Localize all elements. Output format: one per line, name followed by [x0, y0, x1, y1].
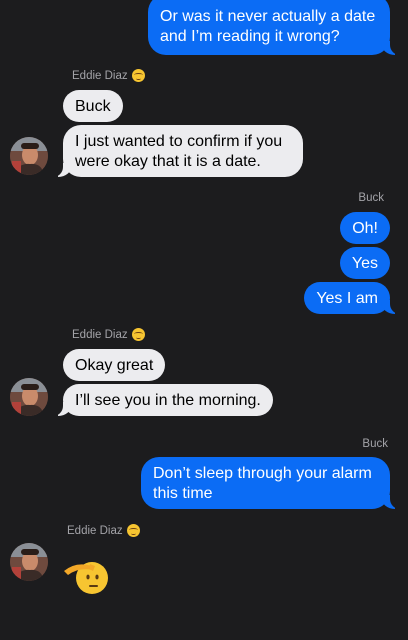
- message-bubble-sent[interactable]: Or was it never actually a date and I’m …: [148, 0, 401, 55]
- contact-photo-icon: [10, 543, 48, 581]
- contact-photo-icon: [10, 137, 48, 175]
- message-thread: Or was it never actually a date and I’m …: [0, 0, 408, 640]
- sender-name-text: Buck: [362, 438, 388, 450]
- contact-avatar[interactable]: [10, 137, 48, 175]
- contact-avatar[interactable]: [10, 543, 48, 581]
- message-bubble-received[interactable]: I just wanted to confirm if you were oka…: [52, 125, 303, 177]
- sender-name-text: Buck: [358, 192, 384, 204]
- message-bubble-received[interactable]: Buck: [63, 90, 123, 122]
- sender-name-text: Eddie Diaz: [72, 328, 128, 341]
- sender-name: Eddie Diaz: [72, 328, 145, 341]
- sender-name-text: Eddie Diaz: [72, 69, 128, 82]
- sender-name: Eddie Diaz: [72, 69, 145, 82]
- grimacing-face-icon: [131, 328, 145, 341]
- message-bubble-sent[interactable]: Yes: [339, 247, 390, 279]
- message-bubble-sent[interactable]: Yes I am: [304, 282, 401, 314]
- message-bubble-sent[interactable]: Don’t sleep through your alarm this time: [141, 457, 401, 509]
- sender-name: Buck: [358, 192, 384, 204]
- contact-photo-icon: [10, 378, 48, 416]
- contact-avatar[interactable]: [10, 378, 48, 416]
- grimacing-face-icon: [126, 524, 140, 537]
- grimacing-face-icon: [131, 69, 145, 82]
- sender-name: Buck: [362, 438, 388, 450]
- saluting-face-icon[interactable]: [62, 553, 108, 599]
- message-bubble-sent[interactable]: Oh!: [340, 212, 390, 244]
- sender-name: Eddie Diaz: [67, 524, 140, 537]
- message-bubble-received[interactable]: Okay great: [63, 349, 166, 381]
- message-bubble-received[interactable]: I’ll see you in the morning.: [52, 384, 273, 416]
- sender-name-text: Eddie Diaz: [67, 524, 123, 537]
